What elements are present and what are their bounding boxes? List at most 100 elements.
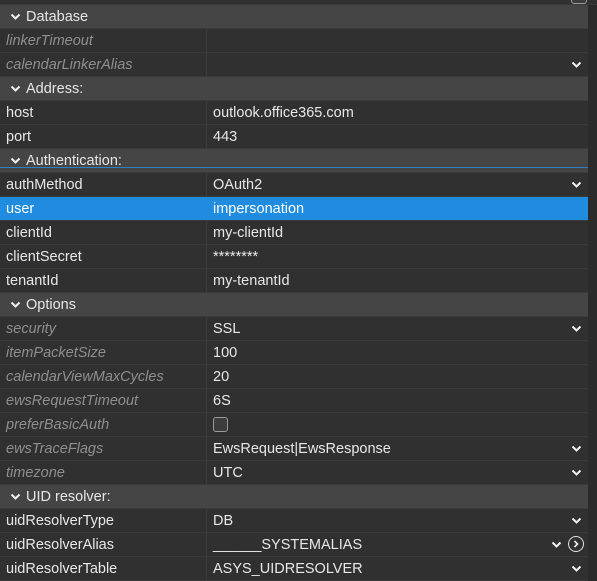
property-value[interactable]: outlook.office365.com xyxy=(213,105,354,121)
property-row[interactable]: clientSecret ******** xyxy=(0,245,588,269)
property-value-cell[interactable] xyxy=(207,29,588,52)
chevron-down-icon[interactable] xyxy=(0,85,26,93)
property-name: timezone xyxy=(0,461,207,484)
property-name: clientSecret xyxy=(0,245,207,268)
top-checkbox[interactable] xyxy=(571,0,587,4)
property-name: calendarLinkerAlias xyxy=(0,53,207,76)
chevron-down-icon[interactable] xyxy=(551,533,562,556)
property-row[interactable]: itemPacketSize 100 xyxy=(0,341,588,365)
property-name: uidResolverType xyxy=(0,509,207,532)
property-value-cell[interactable]: OAuth2 xyxy=(207,173,588,196)
chevron-down-icon[interactable] xyxy=(0,13,26,21)
property-row[interactable]: authMethod OAuth2 xyxy=(0,173,588,197)
property-row[interactable]: ewsRequestTimeout 6S xyxy=(0,389,588,413)
property-row[interactable]: preferBasicAuth xyxy=(0,413,588,437)
property-name: preferBasicAuth xyxy=(0,413,207,436)
property-value[interactable]: UTC xyxy=(213,465,243,481)
chevron-down-icon[interactable] xyxy=(571,509,582,532)
property-row[interactable]: user impersonation xyxy=(0,197,588,221)
section-header[interactable]: Authentication: xyxy=(0,149,588,173)
property-value[interactable]: 443 xyxy=(213,129,237,145)
property-value[interactable]: my-tenantId xyxy=(213,273,290,289)
chevron-down-icon[interactable] xyxy=(571,317,582,340)
property-name: uidResolverTable xyxy=(0,557,207,580)
property-value[interactable]: ______SYSTEMALIAS xyxy=(213,537,362,553)
chevron-down-icon[interactable] xyxy=(571,557,582,580)
property-value-cell[interactable]: 20 xyxy=(207,365,588,388)
property-row[interactable]: tenantId my-tenantId xyxy=(0,269,588,293)
property-value-cell[interactable]: ASYS_UIDRESOLVER xyxy=(207,557,588,580)
section-title: Address: xyxy=(26,80,84,97)
property-name: itemPacketSize xyxy=(0,341,207,364)
chevron-down-icon[interactable] xyxy=(571,461,582,484)
prefer-basic-auth-checkbox[interactable] xyxy=(213,417,228,432)
property-value-cell[interactable]: DB xyxy=(207,509,588,532)
property-value[interactable]: 20 xyxy=(213,369,229,385)
chevron-down-icon[interactable] xyxy=(0,301,26,309)
property-grid: Database linkerTimeout calendarLinkerAlias… xyxy=(0,5,588,581)
property-name: tenantId xyxy=(0,269,207,292)
property-row[interactable]: calendarLinkerAlias xyxy=(0,53,588,77)
property-name: ewsRequestTimeout xyxy=(0,389,207,412)
property-value-cell[interactable]: 100 xyxy=(207,341,588,364)
property-value[interactable]: ASYS_UIDRESOLVER xyxy=(213,561,363,577)
section-title: Database xyxy=(26,8,89,25)
property-value-cell[interactable]: UTC xyxy=(207,461,588,484)
property-name: uidResolverAlias xyxy=(0,533,207,556)
section-header[interactable]: Options xyxy=(0,293,588,317)
property-row[interactable]: clientId my-clientId xyxy=(0,221,588,245)
property-name: host xyxy=(0,101,207,124)
property-value-cell[interactable]: 6S xyxy=(207,389,588,412)
property-value-cell[interactable]: my-clientId xyxy=(207,221,588,244)
section-header[interactable]: UID resolver: xyxy=(0,485,588,509)
property-value[interactable]: ******** xyxy=(213,249,258,265)
section-header[interactable]: Address: xyxy=(0,77,588,101)
property-value-cell[interactable]: EwsRequest|EwsResponse xyxy=(207,437,588,460)
property-row[interactable]: security SSL xyxy=(0,317,588,341)
property-value-cell[interactable] xyxy=(207,413,588,436)
property-name: port xyxy=(0,125,207,148)
property-value[interactable]: OAuth2 xyxy=(213,177,262,193)
property-row[interactable]: linkerTimeout xyxy=(0,29,588,53)
property-row[interactable]: uidResolverType DB xyxy=(0,509,588,533)
property-value-cell[interactable]: impersonation xyxy=(207,197,588,220)
property-name: user xyxy=(0,197,207,220)
chevron-down-icon[interactable] xyxy=(571,173,582,196)
section-title: UID resolver: xyxy=(26,488,111,505)
property-name: clientId xyxy=(0,221,207,244)
property-value-cell[interactable]: my-tenantId xyxy=(207,269,588,292)
property-row[interactable]: uidResolverTable ASYS_UIDRESOLVER xyxy=(0,557,588,581)
property-value-cell[interactable] xyxy=(207,53,588,76)
property-row[interactable]: port 443 xyxy=(0,125,588,149)
property-value[interactable]: my-clientId xyxy=(213,225,283,241)
property-value[interactable]: DB xyxy=(213,513,233,529)
property-name: ewsTraceFlags xyxy=(0,437,207,460)
section-title: Options xyxy=(26,296,76,313)
property-row[interactable]: uidResolverAlias ______SYSTEMALIAS xyxy=(0,533,588,557)
chevron-down-icon[interactable] xyxy=(0,493,26,501)
property-name: calendarViewMaxCycles xyxy=(0,365,207,388)
property-row[interactable]: ewsTraceFlags EwsRequest|EwsResponse xyxy=(0,437,588,461)
section-header[interactable]: Database xyxy=(0,5,588,29)
property-value-cell[interactable]: ******** xyxy=(207,245,588,268)
property-value[interactable]: 6S xyxy=(213,393,231,409)
focus-line xyxy=(0,167,588,168)
property-row[interactable]: timezone UTC xyxy=(0,461,588,485)
property-name: linkerTimeout xyxy=(0,29,207,52)
property-value[interactable]: impersonation xyxy=(213,201,304,217)
property-value[interactable]: 100 xyxy=(213,345,237,361)
property-value-cell[interactable]: SSL xyxy=(207,317,588,340)
chevron-down-icon[interactable] xyxy=(0,157,26,165)
property-value[interactable]: SSL xyxy=(213,321,240,337)
property-row[interactable]: host outlook.office365.com xyxy=(0,101,588,125)
property-name: authMethod xyxy=(0,173,207,196)
property-value-cell[interactable]: 443 xyxy=(207,125,588,148)
chevron-down-icon[interactable] xyxy=(571,437,582,460)
chevron-down-icon[interactable] xyxy=(571,53,582,76)
arrow-right-circle-icon[interactable] xyxy=(568,536,584,552)
property-row[interactable]: calendarViewMaxCycles 20 xyxy=(0,365,588,389)
property-value-cell[interactable]: outlook.office365.com xyxy=(207,101,588,124)
property-value[interactable]: EwsRequest|EwsResponse xyxy=(213,441,391,457)
property-value-cell[interactable]: ______SYSTEMALIAS xyxy=(207,533,588,556)
property-name: security xyxy=(0,317,207,340)
